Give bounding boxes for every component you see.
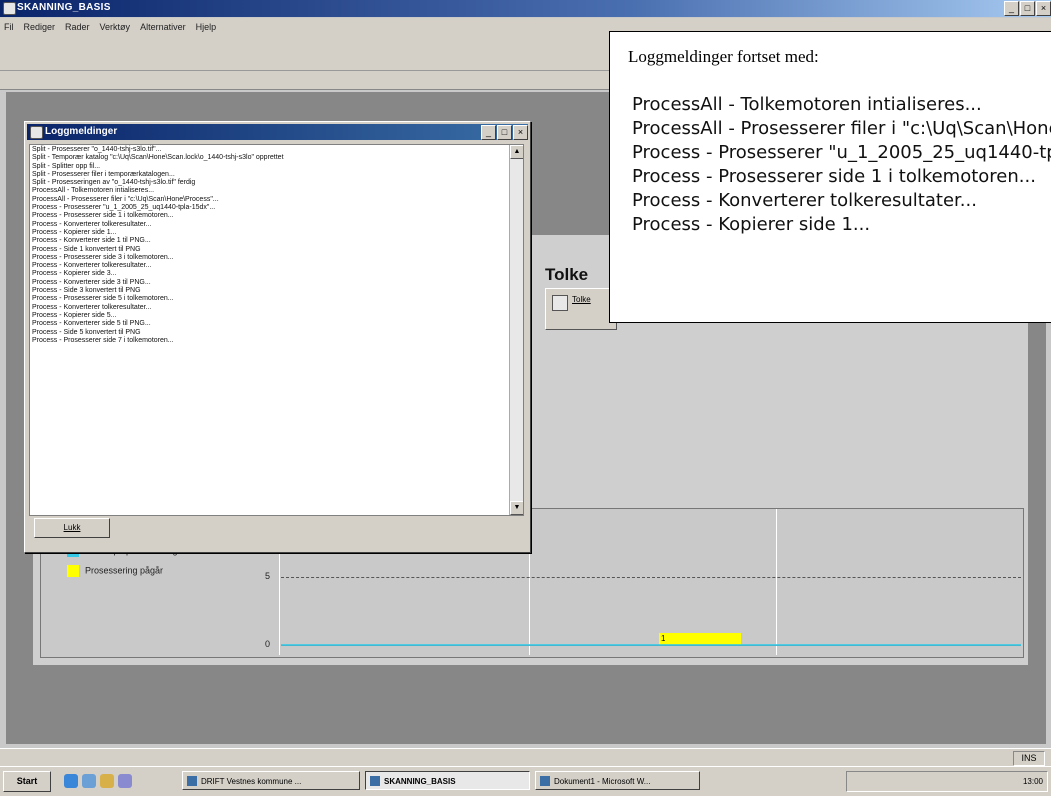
- logg-title: Loggmeldinger: [45, 126, 118, 137]
- log-line: Split - Prosesseringen av "o_1440-tshj-s…: [32, 179, 196, 187]
- callout-box: Loggmeldinger fortset med: ProcessAll - …: [609, 31, 1051, 323]
- task-dokument1[interactable]: Dokument1 - Microsoft W...: [535, 771, 700, 790]
- callout-line: Process - Prosesserer "u_1_2005_25_uq144…: [632, 142, 1051, 163]
- log-line: Process - Kopierer side 1...: [32, 228, 117, 236]
- minimize-icon[interactable]: _: [1004, 1, 1019, 16]
- callout-line: Process - Prosesserer side 1 i tolkemoto…: [632, 166, 1036, 187]
- system-tray: 13:00: [846, 771, 1048, 792]
- log-line: Process - Prosesserer side 7 i tolkemoto…: [32, 336, 174, 344]
- log-line: Process - Prosesserer "u_1_2005_25_uq144…: [32, 204, 216, 212]
- chart-divider: [776, 509, 777, 655]
- document-icon: [552, 295, 568, 311]
- log-line: Split - Prosesserer "o_1440-tshj-s3lo.ti…: [32, 146, 162, 153]
- close-icon[interactable]: ×: [1036, 1, 1051, 16]
- callout-line: ProcessAll - Tolkemotoren intialiseres..…: [632, 94, 982, 115]
- log-line: Process - Kopierer side 3...: [32, 270, 117, 278]
- chart-line-venter: [281, 644, 1021, 646]
- app-icon: [370, 776, 380, 786]
- menu-rediger[interactable]: Rediger: [24, 18, 56, 36]
- callout-line: ProcessAll - Prosesserer filer i "c:\Uq\…: [632, 118, 1051, 139]
- app-title: SKANNING_BASIS: [17, 2, 111, 13]
- log-line: Process - Konverterer side 3 til PNG...: [32, 278, 151, 286]
- logg-lines: Split - Prosesserer "o_1440-tshj-s3lo.ti…: [30, 145, 523, 345]
- desktop-icon[interactable]: [82, 774, 96, 788]
- outlook-icon[interactable]: [100, 774, 114, 788]
- maximize-icon[interactable]: □: [497, 125, 512, 140]
- log-line: Process - Side 1 konvertert til PNG: [32, 245, 141, 253]
- logg-title-bar: Loggmeldinger _ □ ×: [27, 124, 528, 140]
- log-line: ProcessAll - Tolkemotoren intialiseres..…: [32, 187, 155, 195]
- log-line: Process - Prosesserer side 1 i tolkemoto…: [32, 212, 174, 220]
- logg-window: Loggmeldinger _ □ × Split - Prosesserer …: [24, 121, 531, 553]
- window-controls: _ □ ×: [1004, 1, 1051, 16]
- log-line: Process - Konverterer tolkeresultater...: [32, 262, 152, 270]
- taskbar: Start DRIFT Vestnes kommune ... SKANNING…: [0, 766, 1051, 796]
- word-icon: [540, 776, 550, 786]
- log-line: Split - Splitter opp fil...: [32, 162, 101, 170]
- log-line: Process - Prosesserer side 5 i tolkemoto…: [32, 295, 174, 303]
- lukk-button[interactable]: Lukk: [34, 518, 110, 538]
- legend-swatch: [67, 565, 79, 577]
- legend-label: Prosessering pågår: [85, 565, 164, 576]
- menu-verktoy[interactable]: Verktøy: [100, 18, 131, 36]
- log-line: Process - Konverterer side 5 til PNG...: [32, 320, 151, 328]
- close-icon[interactable]: ×: [513, 125, 528, 140]
- vertical-scrollbar[interactable]: ▲ ▼: [509, 145, 523, 515]
- tolke-title: Tolke: [545, 265, 589, 284]
- menu-alternativer[interactable]: Alternativer: [140, 18, 186, 36]
- scroll-up-icon[interactable]: ▲: [510, 145, 523, 159]
- log-line: Process - Kopierer side 5...: [32, 311, 117, 319]
- logg-window-controls: _ □ ×: [481, 125, 528, 140]
- tolke-button-label: Tolke: [572, 295, 591, 304]
- task-label: SKANNING_BASIS: [384, 777, 456, 786]
- log-line: Split - Temporær katalog "c:\Uq\Scan\Hon…: [32, 154, 284, 162]
- logg-icon: [30, 126, 43, 139]
- app-icon[interactable]: [3, 2, 16, 15]
- menu-rader[interactable]: Rader: [65, 18, 90, 36]
- y-tick-5: 5: [265, 571, 271, 581]
- scroll-down-icon[interactable]: ▼: [510, 501, 523, 515]
- maximize-icon[interactable]: □: [1020, 1, 1035, 16]
- clock: 13:00: [1022, 777, 1043, 786]
- legend-item-pagar: Prosessering pågår: [67, 565, 163, 577]
- folder-icon: [187, 776, 197, 786]
- log-line: Process - Side 5 konvertert til PNG: [32, 328, 141, 336]
- log-line: Process - Prosesserer side 3 i tolkemoto…: [32, 253, 174, 261]
- status-bar: INS: [0, 748, 1051, 767]
- log-line: Process - Konverterer side 1 til PNG...: [32, 237, 151, 245]
- logg-list[interactable]: Split - Prosesserer "o_1440-tshj-s3lo.ti…: [29, 144, 524, 516]
- log-line: Process - Side 3 konvertert til PNG: [32, 287, 141, 295]
- callout-line: Process - Kopierer side 1...: [632, 214, 871, 235]
- log-line: Split - Prosesserer filer i temporærkata…: [32, 170, 175, 178]
- task-label: DRIFT Vestnes kommune ...: [201, 777, 302, 786]
- menu-hjelp[interactable]: Hjelp: [196, 18, 217, 36]
- callout-line: Process - Konverterer tolkeresultater...: [632, 190, 977, 211]
- task-skanning[interactable]: SKANNING_BASIS: [365, 771, 530, 790]
- gridline-5: [281, 577, 1021, 578]
- tolke-button[interactable]: Tolke: [545, 288, 617, 330]
- start-button[interactable]: Start: [3, 771, 51, 792]
- menu-fil[interactable]: Fil: [4, 18, 14, 36]
- y-tick-0: 0: [265, 639, 271, 649]
- task-drift[interactable]: DRIFT Vestnes kommune ...: [182, 771, 360, 790]
- ie-icon[interactable]: [64, 774, 78, 788]
- log-line: ProcessAll - Prosesserer filer i "c:\Uq\…: [32, 195, 219, 203]
- task-label: Dokument1 - Microsoft W...: [554, 777, 651, 786]
- minimize-icon[interactable]: _: [481, 125, 496, 140]
- app-title-bar: SKANNING_BASIS _ □ ×: [0, 0, 1051, 17]
- log-line: Process - Konverterer tolkeresultater...: [32, 303, 152, 311]
- callout-lines: ProcessAll - Tolkemotoren intialiseres..…: [632, 93, 1051, 321]
- media-icon[interactable]: [118, 774, 132, 788]
- ins-indicator: INS: [1013, 751, 1045, 766]
- callout-heading: Loggmeldinger fortset med:: [628, 47, 819, 66]
- log-line: Process - Konverterer tolkeresultater...: [32, 220, 152, 228]
